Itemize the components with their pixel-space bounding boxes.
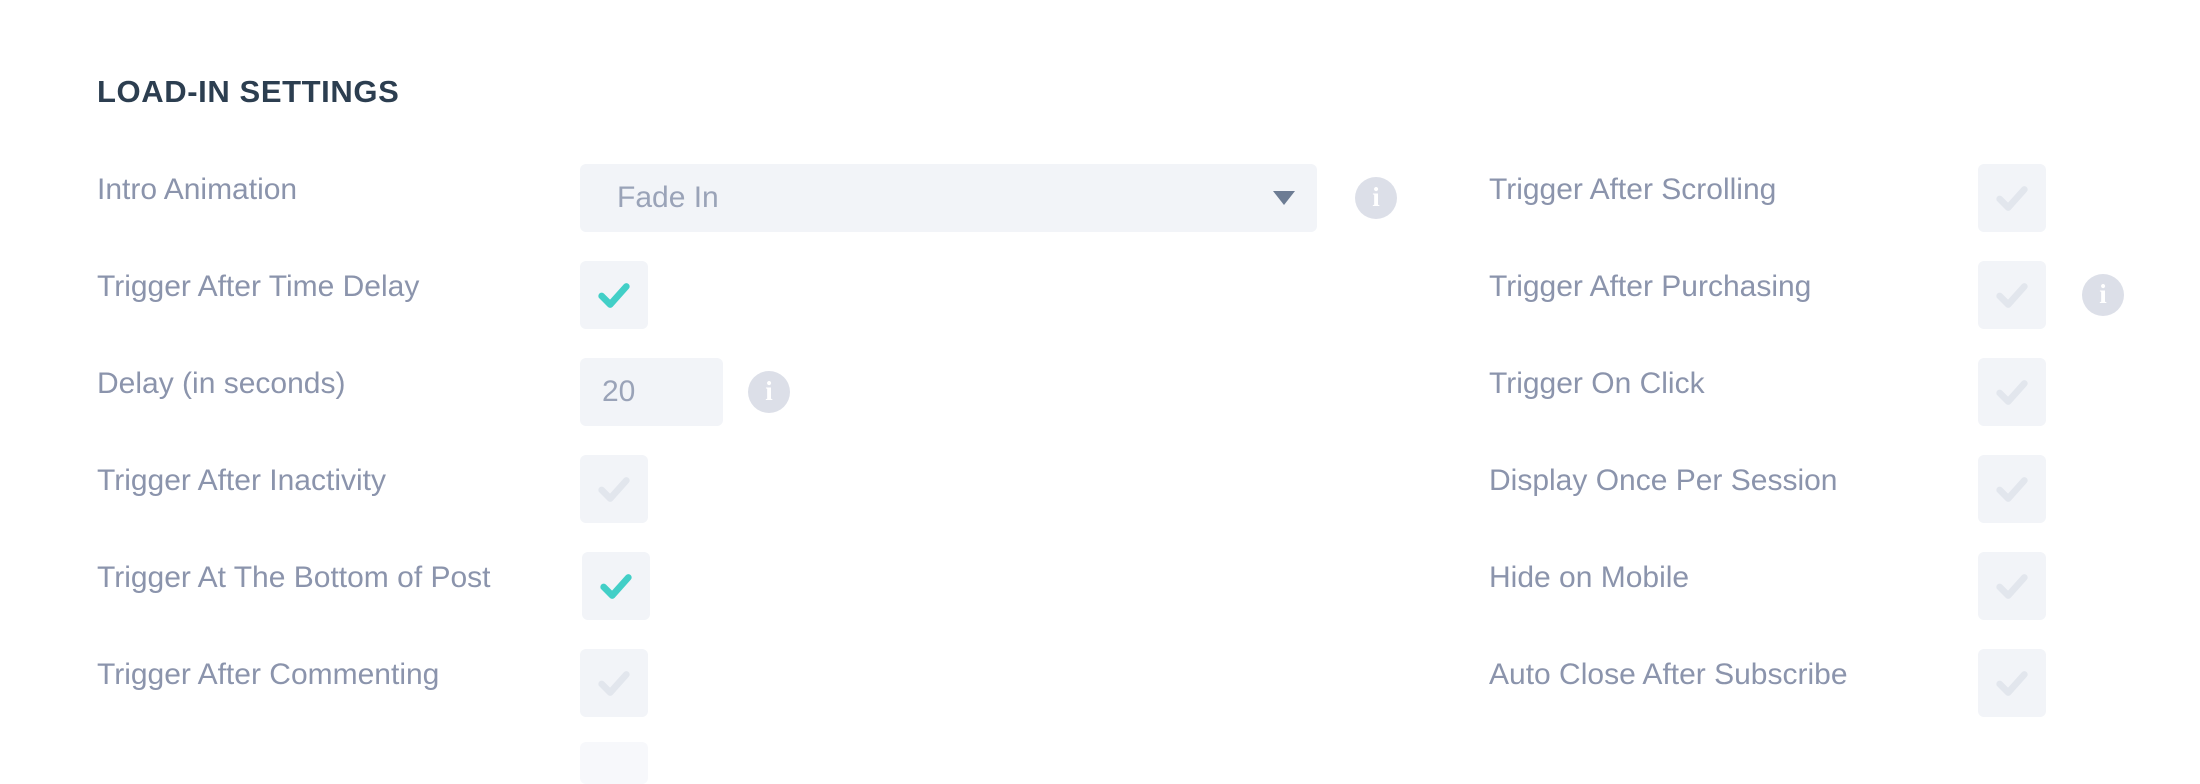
- checkbox-wrap-trigger-bottom-of-post: [582, 552, 650, 620]
- delay-seconds-value: 20: [602, 375, 636, 408]
- checkbox-wrap-trigger-after-scrolling: [1978, 164, 2046, 232]
- label-hide-on-mobile: Hide on Mobile: [1489, 561, 1690, 594]
- check-icon: [598, 671, 630, 696]
- setting-row-trigger-after-commenting: Trigger After Commenting: [97, 635, 1397, 732]
- label-trigger-after-commenting: Trigger After Commenting: [97, 658, 440, 691]
- checkbox-wrap-trigger-after-time-delay: [580, 261, 648, 329]
- check-icon: [1996, 186, 2028, 211]
- page-title: LOAD-IN SETTINGS: [97, 74, 400, 109]
- checkbox-trigger-after-inactivity[interactable]: [580, 455, 648, 523]
- setting-row-trigger-on-click: Trigger On Click: [1489, 344, 2189, 441]
- load-in-settings-panel: LOAD-IN SETTINGS Intro Animation Fade In…: [0, 0, 2200, 784]
- checkbox-wrap-auto-close-after-subscribe: [1978, 649, 2046, 717]
- checkbox-trigger-on-click[interactable]: [1978, 358, 2046, 426]
- chevron-down-icon[interactable]: [1273, 191, 1295, 205]
- label-trigger-after-time-delay: Trigger After Time Delay: [97, 270, 420, 303]
- checkbox-trigger-after-commenting[interactable]: [580, 649, 648, 717]
- setting-row-trigger-after-time-delay: Trigger After Time Delay: [97, 247, 1397, 344]
- checkbox-trigger-after-time-delay[interactable]: [580, 261, 648, 329]
- label-trigger-after-inactivity: Trigger After Inactivity: [97, 464, 386, 497]
- setting-row-display-once-per-session: Display Once Per Session: [1489, 441, 2189, 538]
- intro-animation-select[interactable]: Fade In: [580, 164, 1317, 232]
- check-icon: [598, 283, 630, 308]
- setting-row-hide-on-mobile: Hide on Mobile: [1489, 538, 2189, 635]
- info-icon-intro-animation[interactable]: i: [1355, 177, 1397, 219]
- label-trigger-bottom-of-post: Trigger At The Bottom of Post: [97, 561, 491, 594]
- setting-row-trigger-after-scrolling: Trigger After Scrolling: [1489, 150, 2189, 247]
- intro-animation-select-wrap: Fade In: [580, 164, 1317, 232]
- next-row-partial: [580, 742, 648, 784]
- checkbox-wrap-trigger-on-click: [1978, 358, 2046, 426]
- setting-row-trigger-after-purchasing: Trigger After Purchasing i: [1489, 247, 2189, 344]
- label-trigger-after-scrolling: Trigger After Scrolling: [1489, 173, 1777, 206]
- label-trigger-on-click: Trigger On Click: [1489, 367, 1705, 400]
- check-icon: [1996, 574, 2028, 599]
- check-icon: [1996, 671, 2028, 696]
- checkbox-wrap-trigger-after-commenting: [580, 649, 648, 717]
- setting-row-trigger-bottom-of-post: Trigger At The Bottom of Post: [97, 538, 1397, 635]
- check-icon: [600, 574, 632, 599]
- intro-animation-value: Fade In: [617, 181, 719, 214]
- check-icon: [1996, 283, 2028, 308]
- check-icon: [1996, 380, 2028, 405]
- info-glyph: i: [2099, 278, 2107, 309]
- checkbox-trigger-after-purchasing[interactable]: [1978, 261, 2046, 329]
- info-icon-delay-seconds[interactable]: i: [748, 371, 790, 413]
- label-display-once-per-session: Display Once Per Session: [1489, 464, 1838, 497]
- setting-row-intro-animation: Intro Animation Fade In i: [97, 150, 1397, 247]
- checkbox-trigger-after-scrolling[interactable]: [1978, 164, 2046, 232]
- info-glyph: i: [1372, 181, 1380, 212]
- label-trigger-after-purchasing: Trigger After Purchasing: [1489, 270, 1812, 303]
- checkbox-wrap-display-once-per-session: [1978, 455, 2046, 523]
- setting-row-delay-seconds: Delay (in seconds) 20 i: [97, 344, 1397, 441]
- setting-row-auto-close-after-subscribe: Auto Close After Subscribe: [1489, 635, 2189, 732]
- checkbox-display-once-per-session[interactable]: [1978, 455, 2046, 523]
- checkbox-auto-close-after-subscribe[interactable]: [1978, 649, 2046, 717]
- check-icon: [1996, 477, 2028, 502]
- checkbox-wrap-trigger-after-purchasing: [1978, 261, 2046, 329]
- checkbox-hide-on-mobile[interactable]: [1978, 552, 2046, 620]
- label-intro-animation: Intro Animation: [97, 173, 298, 206]
- checkbox-wrap-hide-on-mobile: [1978, 552, 2046, 620]
- label-delay-seconds: Delay (in seconds): [97, 367, 346, 400]
- right-settings-column: Trigger After Scrolling Trigger After Pu…: [1489, 150, 2189, 732]
- checkbox-trigger-bottom-of-post[interactable]: [582, 552, 650, 620]
- checkbox-wrap-trigger-after-inactivity: [580, 455, 648, 523]
- setting-row-trigger-after-inactivity: Trigger After Inactivity: [97, 441, 1397, 538]
- left-settings-column: Intro Animation Fade In i Trigger After …: [97, 150, 1397, 732]
- info-glyph: i: [765, 375, 773, 406]
- delay-input-wrap: 20: [580, 358, 723, 426]
- check-icon: [598, 477, 630, 502]
- label-auto-close-after-subscribe: Auto Close After Subscribe: [1489, 658, 1848, 691]
- info-icon-trigger-after-purchasing[interactable]: i: [2082, 274, 2124, 316]
- delay-seconds-input[interactable]: 20: [580, 358, 723, 426]
